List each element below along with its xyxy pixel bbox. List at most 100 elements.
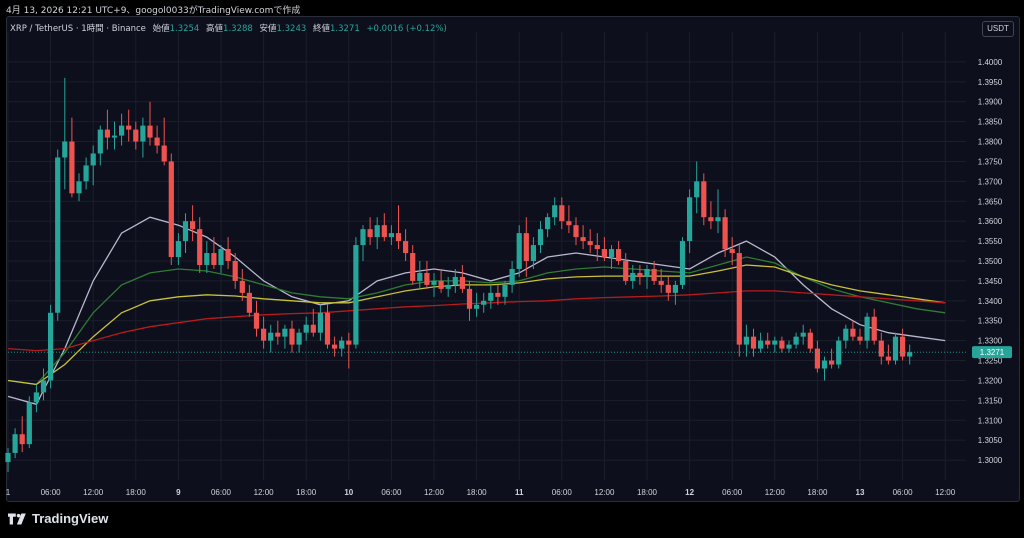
candle-body xyxy=(871,316,877,341)
candle-body xyxy=(154,137,160,146)
candle xyxy=(758,332,764,353)
candlestick-chart[interactable]: 1.30001.30501.31001.31501.32001.32501.33… xyxy=(0,0,1024,538)
candle-body xyxy=(523,233,529,261)
candle-body xyxy=(261,328,267,341)
candle-body xyxy=(793,336,799,345)
x-tick-label: 12:00 xyxy=(935,488,956,497)
candle xyxy=(864,312,870,349)
candle xyxy=(566,205,572,234)
candle-body xyxy=(204,253,210,265)
x-tick-label: 18:00 xyxy=(637,488,658,497)
open-label: 始値 xyxy=(152,24,170,34)
candle-body xyxy=(779,340,785,349)
candle-body xyxy=(353,245,359,345)
candle xyxy=(168,153,174,265)
candle xyxy=(843,324,849,349)
candle-body xyxy=(701,181,707,218)
candle xyxy=(48,304,54,389)
candle-body xyxy=(857,336,863,341)
candle xyxy=(466,280,473,321)
candle-body xyxy=(140,125,146,142)
candle xyxy=(885,344,891,365)
candle-body xyxy=(765,340,771,345)
y-tick-label: 1.3450 xyxy=(978,277,1003,286)
candle xyxy=(175,233,181,265)
candle xyxy=(765,332,771,349)
candle-body xyxy=(19,434,25,445)
candle-body xyxy=(601,249,607,258)
candle-body xyxy=(552,205,558,218)
candle xyxy=(871,308,877,345)
candle xyxy=(5,448,11,473)
candle-body xyxy=(772,340,778,345)
candle-body xyxy=(530,245,536,261)
currency-button[interactable]: USDT xyxy=(982,21,1014,37)
x-tick-label: 06:00 xyxy=(381,488,402,497)
candle-body xyxy=(303,324,309,333)
candle-body xyxy=(253,312,260,329)
y-tick-label: 1.3800 xyxy=(978,138,1003,147)
candle xyxy=(83,157,89,190)
candle-body xyxy=(694,181,700,198)
candle-body xyxy=(672,284,678,293)
x-tick-label: 13 xyxy=(856,488,865,497)
candle-body xyxy=(743,336,749,345)
candle-body xyxy=(644,268,650,277)
x-tick-label: 10 xyxy=(344,488,353,497)
candle-body xyxy=(324,312,331,345)
candle-body xyxy=(580,237,586,242)
candle-body xyxy=(431,280,437,285)
y-tick-label: 1.3900 xyxy=(978,98,1003,107)
candle-body xyxy=(360,229,366,246)
candle xyxy=(900,328,906,361)
candle xyxy=(296,328,302,353)
candle-body xyxy=(211,253,217,265)
candle xyxy=(679,237,686,289)
candle-body xyxy=(268,332,274,341)
candle-body xyxy=(758,340,764,349)
candle-body xyxy=(97,129,103,154)
candle-body xyxy=(69,141,75,194)
current-price-label: 1.3271 xyxy=(980,348,1005,357)
x-tick-label: 11 xyxy=(515,488,524,497)
candle xyxy=(892,332,899,365)
candle-body xyxy=(516,233,522,269)
candle xyxy=(459,264,465,293)
y-tick-label: 1.3550 xyxy=(978,237,1003,246)
x-tick-label: 12:00 xyxy=(83,488,104,497)
candle xyxy=(658,268,664,293)
candle-body xyxy=(90,153,96,166)
candle xyxy=(381,213,387,242)
low-value: 1.3243 xyxy=(276,24,307,34)
candle-body xyxy=(807,332,813,349)
candle xyxy=(793,332,799,349)
candle xyxy=(374,217,380,250)
candle xyxy=(694,161,700,214)
candle-body xyxy=(374,225,380,238)
x-tick-label: 06:00 xyxy=(722,488,743,497)
candle-body xyxy=(40,380,47,393)
candle-body xyxy=(197,229,203,265)
candle-body xyxy=(168,161,174,258)
candle-body xyxy=(722,217,728,250)
x-tick-label: 12:00 xyxy=(254,488,275,497)
candle-body xyxy=(48,312,54,381)
candle xyxy=(850,320,856,341)
candle xyxy=(587,229,593,254)
y-tick-label: 1.3100 xyxy=(978,416,1003,425)
x-tick-label: 12:00 xyxy=(594,488,615,497)
candle-body xyxy=(239,280,245,293)
candle-body xyxy=(630,272,636,281)
candle xyxy=(246,284,252,317)
candle xyxy=(438,268,444,293)
candle xyxy=(182,213,189,254)
y-tick-label: 1.3300 xyxy=(978,337,1003,346)
tradingview-brand[interactable]: TradingView xyxy=(8,511,108,526)
candle-body xyxy=(317,312,323,333)
candle xyxy=(537,221,544,254)
candle xyxy=(807,328,813,353)
candle-body xyxy=(715,217,721,222)
candle-body xyxy=(438,280,444,289)
x-tick-label: 18:00 xyxy=(296,488,317,497)
candle-body xyxy=(282,328,288,337)
